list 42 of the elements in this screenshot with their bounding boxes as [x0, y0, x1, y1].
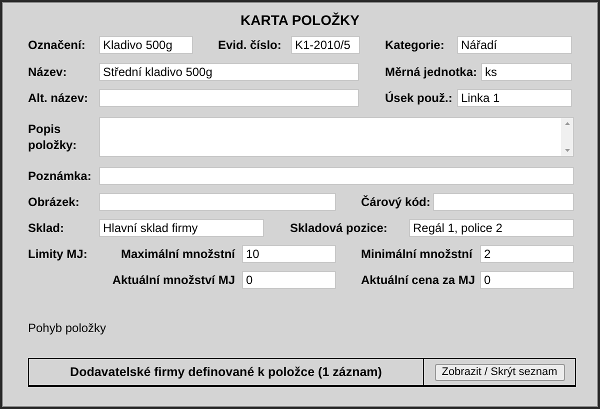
- field-label: Poznámka:: [28, 168, 92, 184]
- field-label: Aktuální množství MJ: [111, 272, 236, 288]
- input-field[interactable]: Střední kladivo 500g: [99, 63, 359, 81]
- field-label: Popis položky:: [28, 121, 78, 153]
- input-field[interactable]: Hlavní sklad firmy: [99, 219, 264, 237]
- form-title: KARTA POLOŽKY: [240, 11, 360, 29]
- input-field[interactable]: 10: [242, 245, 336, 263]
- input-field[interactable]: [433, 193, 574, 211]
- field-label: Název:: [28, 64, 68, 80]
- field-label: Limity MJ:: [28, 246, 88, 263]
- field-label: Skladová pozice:: [290, 220, 388, 236]
- field-label: Úsek použ.:: [385, 90, 454, 106]
- input-field[interactable]: K1-2010/5: [291, 36, 360, 54]
- input-field[interactable]: Nářadí: [457, 36, 572, 54]
- input-field[interactable]: 0: [480, 271, 574, 289]
- movement-label: Pohyb položky: [28, 320, 106, 337]
- input-field[interactable]: 0: [242, 271, 336, 289]
- field-label: Sklad:: [28, 220, 66, 236]
- field-label: Aktuální cena za MJ: [361, 272, 476, 288]
- scroll-down-icon[interactable]: [564, 149, 570, 152]
- input-field[interactable]: Linka 1: [457, 89, 572, 107]
- field-label: Obrázek:: [28, 194, 80, 210]
- field-label: Evid. číslo:: [218, 38, 282, 52]
- field-label: Minimální množstní: [361, 246, 474, 262]
- input-field[interactable]: Regál 1, police 2: [409, 219, 574, 237]
- field-label: Alt. název:: [28, 90, 90, 106]
- input-field[interactable]: 2: [480, 245, 574, 263]
- field-label: Měrná jednotka:: [385, 64, 478, 80]
- field-label: Kategorie:: [385, 38, 446, 52]
- input-field[interactable]: [99, 167, 574, 185]
- suppliers-text: Dodavatelské firmy definované k položce (1 záznam): [29, 359, 424, 385]
- text-area[interactable]: [99, 117, 574, 157]
- input-field[interactable]: [99, 89, 359, 107]
- field-label: Maximální množstní: [120, 246, 236, 262]
- toggle-list-button[interactable]: Zobrazit / Skrýt seznam: [434, 364, 564, 380]
- input-field[interactable]: ks: [481, 63, 572, 81]
- field-label: Označení:: [28, 38, 86, 52]
- input-field[interactable]: Kladivo 500g: [99, 36, 193, 54]
- field-label: Čárový kód:: [361, 194, 432, 210]
- scroll-up-icon[interactable]: [564, 122, 570, 125]
- input-field[interactable]: [99, 193, 336, 211]
- scrollbar[interactable]: [561, 118, 573, 156]
